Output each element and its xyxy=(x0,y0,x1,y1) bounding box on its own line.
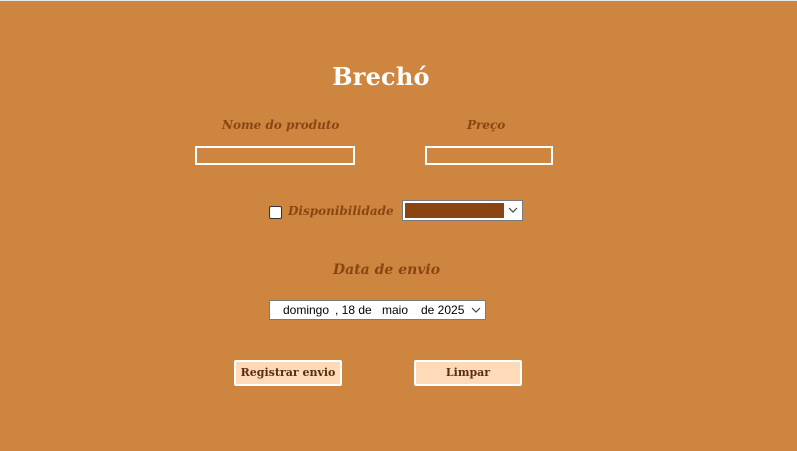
date-month[interactable]: maio xyxy=(382,303,408,317)
ship-date-label: Data de envio xyxy=(333,262,441,278)
window-top-border xyxy=(0,0,797,1)
selected-color-swatch xyxy=(405,203,504,218)
page-title: Brechó xyxy=(332,62,430,91)
register-shipment-button[interactable]: Registrar envio xyxy=(234,360,342,386)
chevron-down-icon[interactable] xyxy=(507,204,519,216)
color-dropdown[interactable] xyxy=(402,200,523,221)
ship-date-picker[interactable]: domingo , 18 de maio de 2025 xyxy=(269,300,486,320)
price-label: Preço xyxy=(467,118,506,132)
date-day[interactable]: , 18 de xyxy=(335,303,372,317)
product-name-input[interactable] xyxy=(195,146,355,165)
availability-checkbox[interactable] xyxy=(269,206,282,219)
date-weekday[interactable]: domingo xyxy=(283,303,329,317)
chevron-down-icon[interactable] xyxy=(470,304,482,316)
availability-label[interactable]: Disponibilidade xyxy=(288,204,394,218)
clear-button[interactable]: Limpar xyxy=(414,360,522,386)
date-year[interactable]: de 2025 xyxy=(421,303,464,317)
product-name-label: Nome do produto xyxy=(222,118,340,132)
price-input[interactable] xyxy=(425,146,553,165)
